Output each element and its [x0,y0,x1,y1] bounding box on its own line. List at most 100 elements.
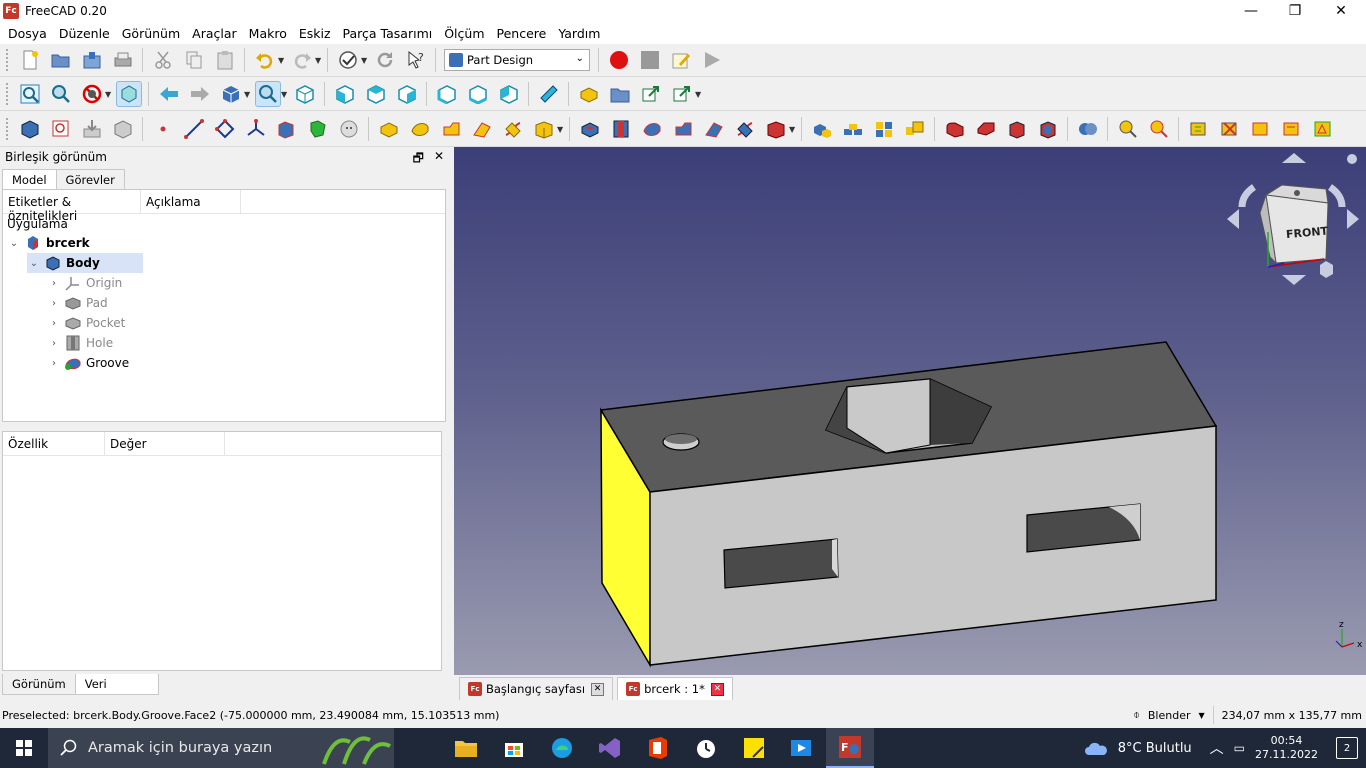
close-tab-icon[interactable]: ✕ [591,682,605,696]
file-explorer-button[interactable] [442,728,490,768]
rotate-left-arrow-icon[interactable] [1238,184,1257,208]
subtractive-helix-button[interactable] [732,116,758,142]
freecad-taskbar-button[interactable]: F [826,728,874,768]
chevron-right-icon[interactable]: › [47,298,61,309]
doc-tab-brcerk[interactable]: Fc brcerk : 1* ✕ [617,677,733,700]
check-dropdown-icon[interactable]: ▼ [361,56,369,65]
tab-tasks[interactable]: Görevler [55,169,125,190]
macro-edit-button[interactable] [668,47,694,73]
chevron-down-icon[interactable]: ⌄ [27,258,41,269]
chevron-up-icon[interactable]: ︿ [1210,738,1224,758]
subtractive-primitive-dropdown-icon[interactable]: ▼ [789,125,797,134]
additive-primitive-dropdown-icon[interactable]: ▼ [557,125,565,134]
view-left-button[interactable] [496,81,522,107]
menu-sketch[interactable]: Eskiz [293,26,337,41]
workbench-selector[interactable]: Part Design ⌄ [444,49,590,71]
fit-selection-button[interactable] [48,81,74,107]
subtractive-pipe-button[interactable] [701,116,727,142]
subtractive-loft-button[interactable] [670,116,696,142]
bounding-box-button[interactable] [115,81,142,107]
forward-button[interactable] [187,81,213,107]
close-panel-icon[interactable]: ✕ [434,149,444,170]
datum-point-button[interactable] [150,116,176,142]
float-panel-icon[interactable]: 🗗 [413,149,424,170]
sheep-button[interactable] [336,116,362,142]
maximize-button[interactable]: ❐ [1272,0,1318,22]
menu-part-design[interactable]: Parça Tasarımı [337,26,439,41]
cut-button[interactable] [150,47,176,73]
taskbar-search[interactable]: Aramak için buraya yazın [48,728,394,768]
edge-button[interactable] [538,728,586,768]
open-button[interactable] [48,47,74,73]
toolbar-grip[interactable] [6,118,10,140]
tree-item-document[interactable]: ⌄ brcerk [7,233,90,253]
arrow-right-icon[interactable] [1347,209,1359,229]
multi-transform-button[interactable] [902,116,928,142]
measure-toggle-delta-button[interactable] [1310,116,1336,142]
link-actions-button[interactable] [669,81,695,107]
new-document-button[interactable] [17,47,43,73]
hole-button[interactable] [608,116,634,142]
visual-studio-button[interactable] [586,728,634,768]
shape-binder-button[interactable] [110,116,136,142]
undo-dropdown-icon[interactable]: ▼ [278,56,286,65]
macro-run-button[interactable] [699,47,725,73]
view-top-button[interactable] [363,81,389,107]
sticky-notes-button[interactable] [730,728,778,768]
create-body-button[interactable] [17,116,43,142]
revolution-button[interactable] [407,116,433,142]
menu-window[interactable]: Pencere [491,26,553,41]
macro-stop-button[interactable] [637,47,663,73]
measure-toggle-3d-button[interactable] [1279,116,1305,142]
nav-menu-icon[interactable] [1347,154,1357,164]
std-views-dropdown-icon[interactable]: ▼ [244,90,252,99]
datum-plane-button[interactable] [212,116,238,142]
weather-text[interactable]: 8°C Bulutlu [1118,741,1192,756]
close-button[interactable]: ✕ [1318,0,1364,22]
linear-pattern-button[interactable] [840,116,866,142]
chevron-right-icon[interactable]: › [47,338,61,349]
std-views-button[interactable] [218,81,244,107]
measure-distance-button[interactable] [536,81,562,107]
link-dropdown-icon[interactable]: ▼ [695,90,703,99]
fillet-button[interactable] [942,116,968,142]
validate-sketch-button[interactable] [79,116,105,142]
model-tree[interactable]: Etiketler & öznitelikleri Açıklama Uygul… [2,189,446,422]
prop-col-property[interactable]: Özellik [3,432,105,455]
office-button[interactable] [634,728,682,768]
create-group-button[interactable] [607,81,633,107]
pocket-button[interactable] [577,116,603,142]
tab-view[interactable]: Görünüm [2,674,76,695]
paste-button[interactable] [212,47,238,73]
notification-icon[interactable]: 2 [1336,737,1358,759]
tree-item-origin[interactable]: › Origin [47,273,122,293]
clone-button[interactable] [274,116,300,142]
close-tab-icon[interactable]: ✕ [710,682,724,696]
boolean-button[interactable] [1075,116,1101,142]
polar-pattern-button[interactable] [871,116,897,142]
model-render[interactable]: FRONT z x [454,147,1366,675]
thickness-button[interactable] [1035,116,1061,142]
local-cs-button[interactable] [243,116,269,142]
create-part-button[interactable] [576,81,602,107]
chevron-down-icon[interactable]: ⌄ [7,238,21,249]
measure-angular-button[interactable] [1146,116,1172,142]
measure-toggle-all-button[interactable] [1248,116,1274,142]
tree-item-pad[interactable]: › Pad [47,293,108,313]
view-isometric-button[interactable] [292,81,318,107]
draft-button[interactable] [1004,116,1030,142]
mirrored-button[interactable] [809,116,835,142]
sub-shape-binder-button[interactable] [305,116,331,142]
tab-data[interactable]: Veri [74,674,159,695]
redo-dropdown-icon[interactable]: ▼ [315,56,323,65]
nav-style-selector[interactable]: Blender [1148,709,1191,722]
additive-loft-button[interactable] [438,116,464,142]
menu-measure[interactable]: Ölçüm [438,26,490,41]
prop-col-value[interactable]: Değer [105,432,225,455]
tab-model[interactable]: Model [2,169,57,190]
tree-item-groove[interactable]: › Groove [47,353,129,373]
view-right-button[interactable] [394,81,420,107]
copy-button[interactable] [181,47,207,73]
menu-edit[interactable]: Düzenle [53,26,116,41]
subtractive-box-button[interactable] [763,116,789,142]
